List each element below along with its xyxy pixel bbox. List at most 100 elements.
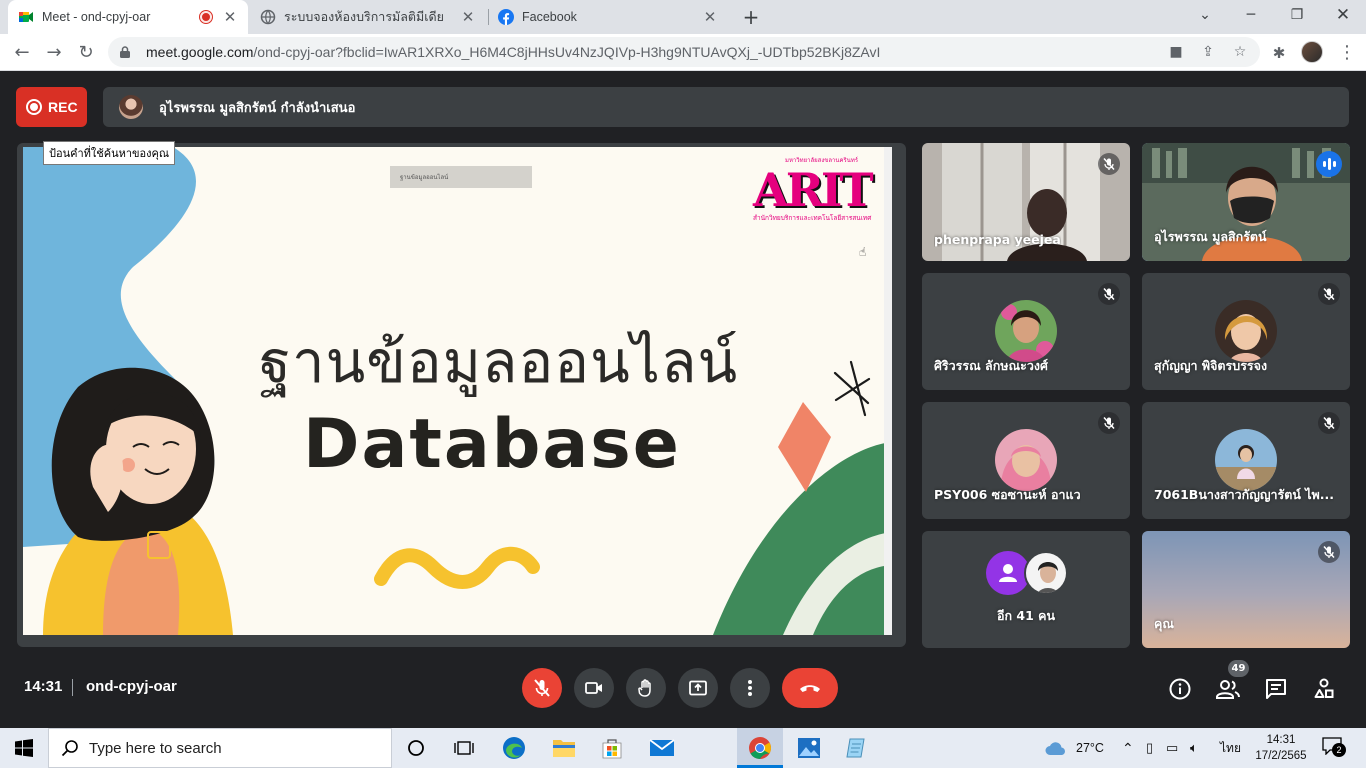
- meeting-code: ond-cpyj-oar: [86, 678, 177, 695]
- chat-button[interactable]: [1263, 676, 1289, 702]
- people-icon: [1216, 680, 1240, 699]
- tab-meet[interactable]: Meet - ond-cpyj-oar ✕: [8, 0, 248, 34]
- participant-tile[interactable]: phenprapa yeejea: [922, 143, 1130, 261]
- input-language[interactable]: ไทย: [1220, 728, 1241, 768]
- more-vert-icon: [748, 680, 752, 696]
- hang-up-icon: [800, 685, 820, 692]
- mic-toggle-button[interactable]: [522, 668, 562, 708]
- lock-icon[interactable]: [118, 45, 132, 59]
- participant-tile[interactable]: PSY006 ซอซานะห์ อาแว: [922, 402, 1130, 519]
- mic-off-icon: [1098, 153, 1120, 175]
- weather-widget[interactable]: 27°C: [1044, 728, 1104, 768]
- presenter-text: อุไรพรรณ มูลสิกรัตน์ กำลังนำเสนอ: [159, 100, 356, 116]
- others-tile[interactable]: อีก 41 คน: [922, 531, 1130, 648]
- participant-tile-active-speaker[interactable]: อุไรพรรณ มูลสิกรัตน์: [1142, 143, 1350, 261]
- system-date: 17/2/2565: [1255, 750, 1307, 762]
- start-button[interactable]: [0, 728, 48, 768]
- tab-facebook[interactable]: Facebook ✕: [488, 0, 728, 34]
- activities-shapes-icon: [1314, 678, 1334, 698]
- restore-icon[interactable]: ❐: [1274, 0, 1320, 30]
- cloud-weather-icon: [1045, 742, 1065, 755]
- recording-button[interactable]: REC: [16, 87, 87, 127]
- edge-browser-icon[interactable]: [500, 734, 528, 762]
- network-icon[interactable]: ▭: [1166, 728, 1178, 768]
- close-tab-icon[interactable]: ✕: [222, 8, 238, 26]
- logo-subtitle: สำนักวิทยบริการและเทคโนโลยีสารสนเทศ: [753, 214, 872, 222]
- search-placeholder: Type here to search: [89, 739, 222, 757]
- profile-avatar[interactable]: [1301, 41, 1323, 63]
- browser-tab-strip: Meet - ond-cpyj-oar ✕ ระบบจองห้องบริการม…: [0, 0, 1366, 34]
- people-button[interactable]: [1215, 676, 1241, 702]
- raise-hand-button[interactable]: [626, 668, 666, 708]
- meeting-details-button[interactable]: [1167, 676, 1193, 702]
- mic-off-icon: [534, 679, 550, 697]
- browser-menu-icon[interactable]: ⋮: [1336, 42, 1358, 64]
- mail-icon[interactable]: [648, 734, 676, 762]
- microsoft-store-icon[interactable]: [598, 734, 626, 762]
- self-view-tile[interactable]: คุณ: [1142, 531, 1350, 648]
- participant-avatar: [1215, 300, 1277, 362]
- meeting-clock: 14:31: [24, 678, 63, 695]
- photos-app-icon[interactable]: [795, 734, 823, 762]
- participant-tile[interactable]: ศิริวรรณ ลักษณะวงศ์: [922, 273, 1130, 390]
- task-view-icon[interactable]: [450, 734, 478, 762]
- new-tab-button[interactable]: +: [738, 4, 764, 30]
- tab-search-icon[interactable]: ⌄: [1182, 0, 1228, 30]
- close-window-icon[interactable]: ✕: [1320, 0, 1366, 30]
- taskbar-search-box[interactable]: Type here to search: [48, 728, 392, 768]
- file-explorer-icon[interactable]: [550, 734, 578, 762]
- participant-avatar: [1215, 429, 1277, 491]
- close-tab-icon[interactable]: ✕: [702, 8, 718, 26]
- share-icon[interactable]: ⇪: [1198, 42, 1218, 62]
- action-center-button[interactable]: 2: [1322, 737, 1346, 759]
- forward-arrow-icon[interactable]: →: [40, 39, 68, 67]
- reload-icon[interactable]: ↻: [72, 39, 100, 67]
- slide-header-tag: ฐานข้อมูลออนไลน์: [390, 166, 532, 188]
- volume-icon[interactable]: 🔈︎: [1190, 728, 1198, 768]
- leave-call-button[interactable]: [782, 668, 838, 708]
- mic-off-icon: [1318, 283, 1340, 305]
- record-icon: [26, 99, 42, 115]
- windows-taskbar: Type here to search 27°C ⌃ ▯ ▭ 🔈︎ ไทย 14…: [0, 728, 1366, 768]
- slide-scrollbar[interactable]: [884, 147, 892, 635]
- participant-tile[interactable]: 7061Bนางสาวกัญญารัตน์ ไพ...: [1142, 402, 1350, 519]
- cortana-icon[interactable]: [402, 734, 430, 762]
- hand-cursor-icon: ☝: [859, 245, 867, 259]
- present-screen-icon: [689, 680, 707, 696]
- mic-off-icon: [1098, 412, 1120, 434]
- tray-chevron-up-icon[interactable]: ⌃: [1122, 728, 1134, 768]
- participant-name: สุกัญญา พิจิตรบรรจง: [1154, 358, 1268, 373]
- others-count-label: อีก 41 คน: [996, 608, 1056, 623]
- globe-icon: [260, 9, 276, 25]
- presentation-slide: ฐานข้อมูลออนไลน์ มหาวิทยาลัยสงขลานครินทร…: [23, 147, 892, 635]
- more-options-button[interactable]: [730, 668, 770, 708]
- participant-avatar: [995, 429, 1057, 491]
- windows-logo-icon: [15, 739, 33, 757]
- presenter-avatar: [119, 95, 143, 119]
- search-tooltip: ป้อนคำที่ใช้ค้นหาของคุณ: [43, 141, 176, 165]
- mic-off-icon: [1098, 283, 1120, 305]
- minimize-icon[interactable]: ─: [1228, 0, 1274, 30]
- speaking-indicator-icon: [1316, 151, 1342, 177]
- chat-icon: [1266, 679, 1286, 699]
- back-arrow-icon[interactable]: ←: [8, 39, 36, 67]
- facebook-icon: [498, 9, 514, 25]
- present-screen-button[interactable]: [678, 668, 718, 708]
- tab-booking[interactable]: ระบบจองห้องบริการมัลติมีเดีย ✕: [250, 0, 486, 34]
- bookmark-star-icon[interactable]: ☆: [1230, 42, 1250, 62]
- camera-toggle-button[interactable]: [574, 668, 614, 708]
- camera-in-use-icon[interactable]: ■: [1166, 42, 1186, 62]
- extensions-puzzle-icon[interactable]: ✱: [1268, 42, 1290, 64]
- activities-button[interactable]: [1311, 676, 1337, 702]
- tray-device-icon[interactable]: ▯: [1146, 728, 1153, 768]
- address-bar[interactable]: meet.google.com/ond-cpyj-oar?fbclid=IwAR…: [108, 37, 1260, 67]
- participant-tile[interactable]: สุกัญญา พิจิตรบรรจง: [1142, 273, 1350, 390]
- participant-name: อุไรพรรณ มูลสิกรัตน์: [1154, 229, 1267, 244]
- notes-app-icon[interactable]: [843, 734, 871, 762]
- chrome-browser-icon[interactable]: [746, 734, 774, 762]
- people-count-badge: 49: [1228, 660, 1249, 677]
- slide-title-thai: ฐานข้อมูลออนไลน์: [259, 328, 739, 396]
- participant-name: phenprapa yeejea: [934, 232, 1061, 247]
- close-tab-icon[interactable]: ✕: [460, 8, 476, 26]
- system-clock[interactable]: 14:31 17/2/2565: [1253, 732, 1309, 764]
